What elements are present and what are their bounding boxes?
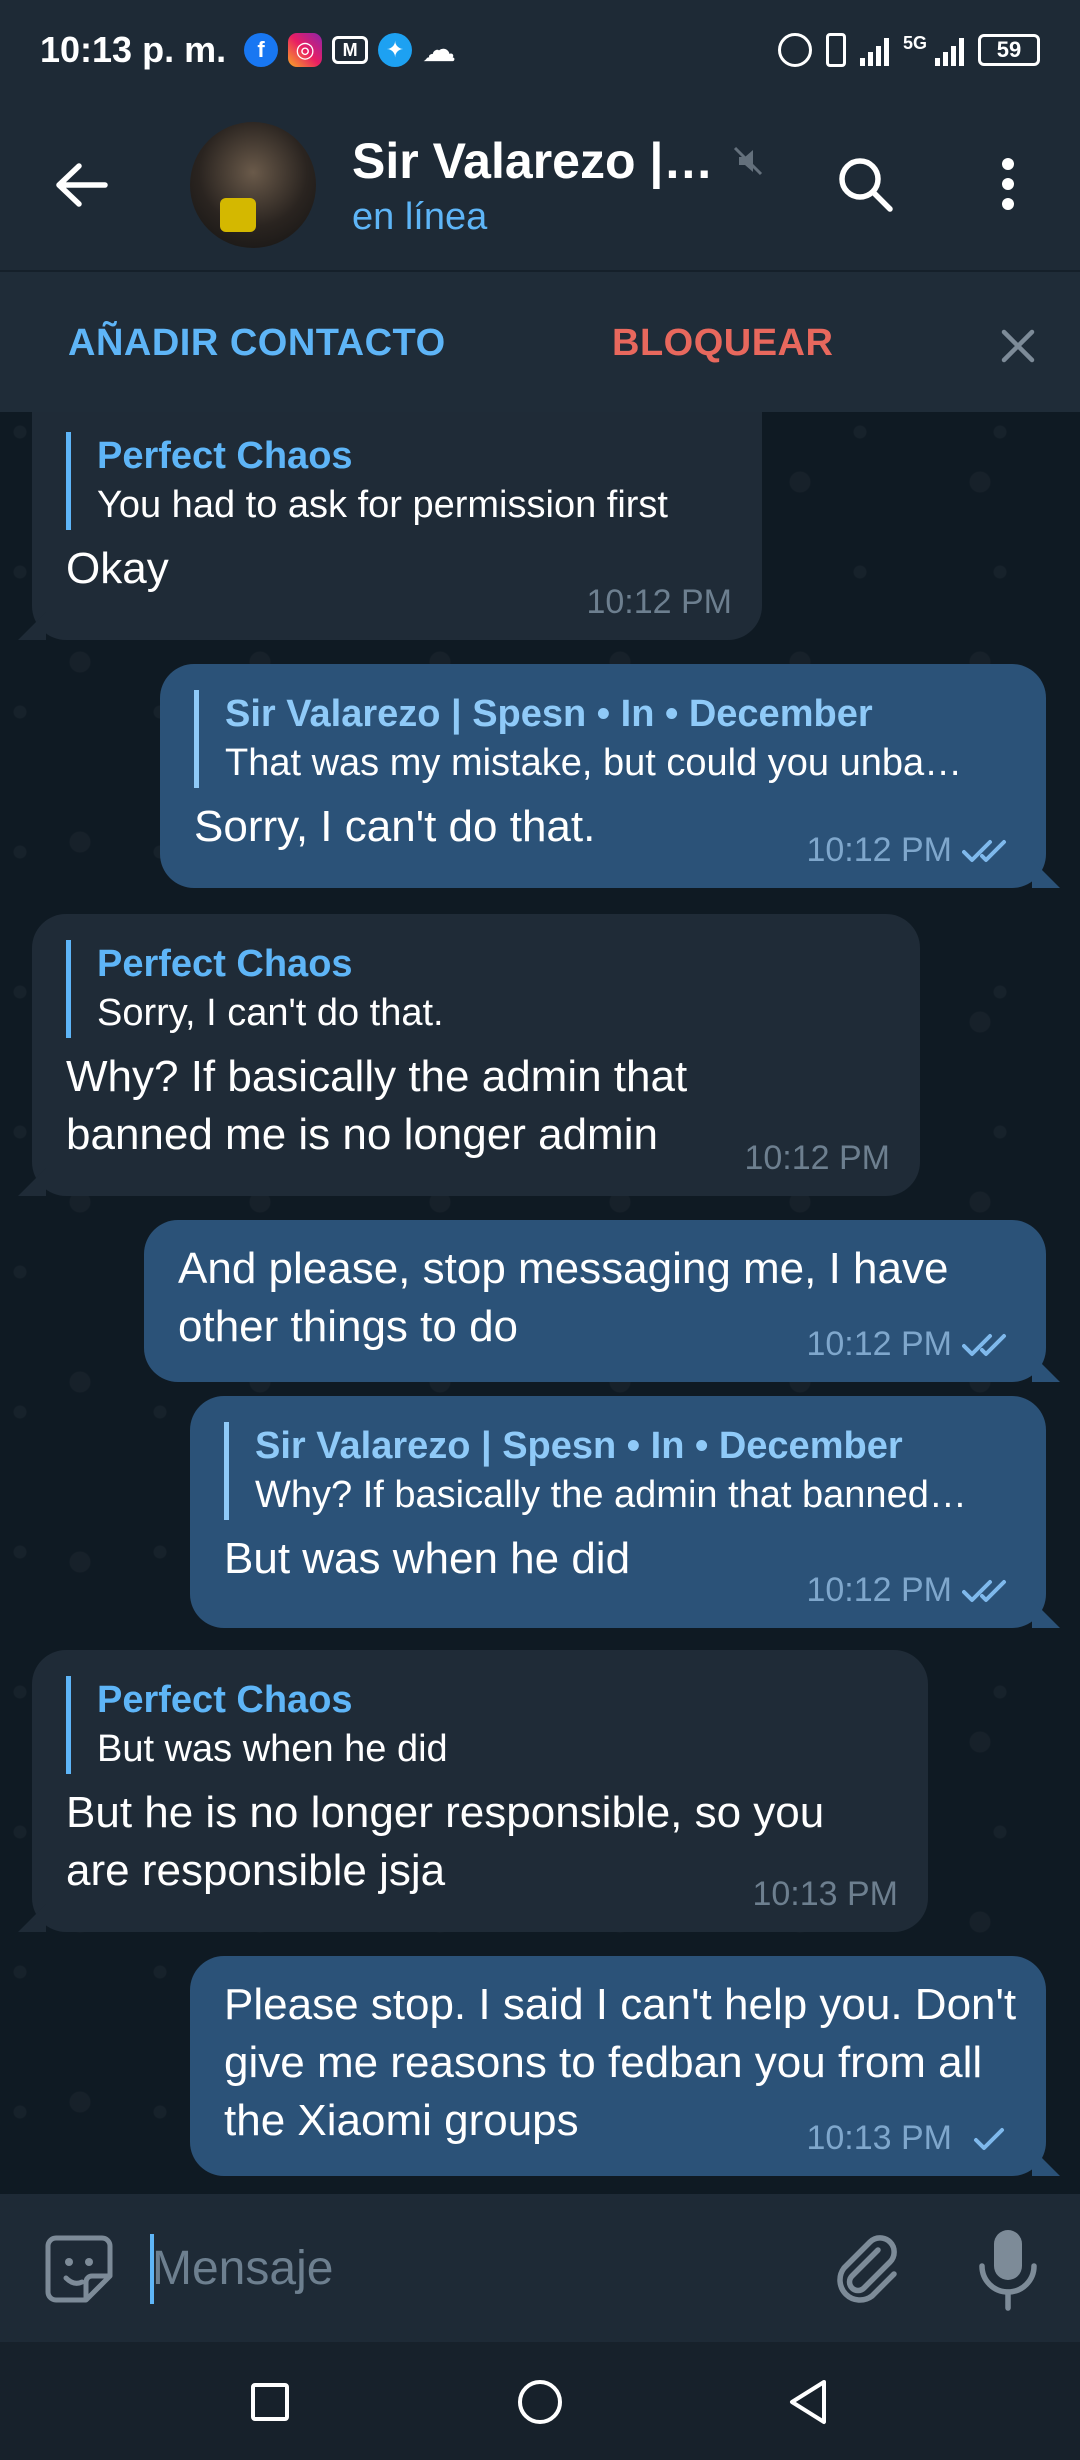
reply-preview[interactable]: Perfect Chaos Sorry, I can't do that. xyxy=(66,940,886,1038)
reply-preview[interactable]: Perfect Chaos But was when he did xyxy=(66,1676,894,1774)
avatar[interactable] xyxy=(190,122,316,248)
square-icon xyxy=(251,2383,289,2421)
status-left: 10:13 p. m. f ◎ M ✦ ☁ xyxy=(40,29,456,71)
message-time: 10:12 PM xyxy=(806,1571,952,1609)
add-contact-button[interactable]: AÑADIR CONTACTO xyxy=(68,322,446,365)
message-time: 10:12 PM xyxy=(586,583,732,621)
double-check-icon xyxy=(962,839,1006,862)
facebook-icon: f xyxy=(244,33,279,67)
twitter-icon: ✦ xyxy=(378,33,413,67)
reply-text: Sorry, I can't do that. xyxy=(97,992,444,1034)
message-bubble-outgoing[interactable]: Sir Valarezo | Spesn • In • December Why… xyxy=(190,1396,1046,1628)
block-button[interactable]: BLOQUEAR xyxy=(612,322,833,365)
reply-text: But was when he did xyxy=(97,1728,448,1770)
message-meta: 10:12 PM xyxy=(744,1139,890,1178)
message-time: 10:12 PM xyxy=(744,1139,890,1177)
check-icon xyxy=(974,2127,1004,2150)
message-bubble-outgoing[interactable]: Sir Valarezo | Spesn • In • December Tha… xyxy=(160,664,1046,888)
paperclip-icon xyxy=(837,2235,897,2303)
message-bubble-incoming[interactable]: Perfect Chaos You had to ask for permiss… xyxy=(32,412,762,640)
arrow-left-icon xyxy=(56,163,108,207)
message-meta: 10:12 PM xyxy=(806,1571,1016,1610)
message-meta: 10:13 PM xyxy=(752,1875,898,1914)
microphone-icon xyxy=(979,2230,1037,2311)
home-button[interactable] xyxy=(510,2372,570,2432)
system-back-button[interactable] xyxy=(778,2372,838,2432)
message-meta: 10:12 PM xyxy=(586,583,732,622)
gmail-icon: M xyxy=(332,36,369,64)
circle-icon xyxy=(518,2380,562,2424)
message-bubble-incoming[interactable]: Perfect Chaos But was when he did But he… xyxy=(32,1650,928,1932)
message-time: 10:12 PM xyxy=(806,831,952,869)
close-icon xyxy=(1001,329,1035,363)
back-button[interactable] xyxy=(32,135,132,235)
vibrate-icon xyxy=(825,33,846,67)
alarm-icon xyxy=(777,33,812,67)
cloud-icon: ☁ xyxy=(422,31,457,69)
contact-action-bar: AÑADIR CONTACTO BLOQUEAR xyxy=(0,270,1080,412)
composer xyxy=(0,2194,1080,2342)
message-time: 10:13 PM xyxy=(806,2119,952,2157)
message-time: 10:12 PM xyxy=(806,1325,952,1363)
chat-title-block[interactable]: Sir Valarezo |… en línea xyxy=(352,132,765,239)
chat-header: Sir Valarezo |… en línea xyxy=(0,100,1080,270)
status-time: 10:13 p. m. xyxy=(40,29,227,70)
reply-author: Sir Valarezo | Spesn • In • December xyxy=(255,1425,903,1467)
message-bubble-outgoing[interactable]: And please, stop messaging me, I have ot… xyxy=(144,1220,1046,1382)
double-check-icon xyxy=(962,1579,1006,1602)
reply-text: Why? If basically the admin that banned… xyxy=(255,1474,967,1516)
message-meta: 10:13 PM xyxy=(806,2119,1016,2158)
triangle-back-icon xyxy=(790,2380,826,2424)
emoji-button[interactable] xyxy=(42,2232,116,2306)
message-time: 10:13 PM xyxy=(752,1875,898,1913)
chat-title: Sir Valarezo |… xyxy=(352,132,714,189)
message-list[interactable]: Perfect Chaos You had to ask for permiss… xyxy=(0,412,1080,2194)
message-text: Why? If basically the admin that banned … xyxy=(66,1052,688,1159)
network-type: 5G xyxy=(902,33,927,53)
system-navigation-bar xyxy=(0,2342,1080,2460)
signal-icon xyxy=(935,34,964,66)
recents-button[interactable] xyxy=(240,2372,300,2432)
status-bar: 10:13 p. m. f ◎ M ✦ ☁ 5G 59 xyxy=(0,0,1080,100)
close-action-bar-button[interactable] xyxy=(990,318,1046,374)
signal-icon xyxy=(859,34,889,66)
message-bubble-incoming[interactable]: Perfect Chaos Sorry, I can't do that. Wh… xyxy=(32,914,920,1196)
search-button[interactable] xyxy=(815,134,915,234)
instagram-icon: ◎ xyxy=(288,33,323,67)
more-options-button[interactable] xyxy=(958,134,1058,234)
voice-record-button[interactable] xyxy=(970,2226,1046,2312)
reply-author: Perfect Chaos xyxy=(97,435,353,477)
reply-preview[interactable]: Sir Valarezo | Spesn • In • December Tha… xyxy=(194,690,1012,788)
muted-icon xyxy=(734,146,763,175)
reply-preview[interactable]: Perfect Chaos You had to ask for permiss… xyxy=(66,432,728,530)
battery-icon: 59 xyxy=(978,34,1040,66)
message-meta: 10:12 PM xyxy=(806,1325,1016,1364)
search-icon xyxy=(839,158,893,212)
more-vertical-icon xyxy=(1002,158,1014,210)
reply-text: You had to ask for permission first xyxy=(97,484,668,526)
reply-text: That was my mistake, but could you unba… xyxy=(225,742,963,784)
message-bubble-outgoing[interactable]: Please stop. I said I can't help you. Do… xyxy=(190,1956,1046,2176)
chat-status: en línea xyxy=(352,195,488,238)
double-check-icon xyxy=(962,1333,1006,1356)
reply-preview[interactable]: Sir Valarezo | Spesn • In • December Why… xyxy=(224,1422,1012,1520)
reply-author: Sir Valarezo | Spesn • In • December xyxy=(225,693,873,735)
sticker-icon xyxy=(45,2235,113,2303)
reply-author: Perfect Chaos xyxy=(97,1679,353,1721)
status-right: 5G 59 xyxy=(777,33,1040,67)
reply-author: Perfect Chaos xyxy=(97,943,353,985)
attach-button[interactable] xyxy=(830,2232,902,2304)
message-meta: 10:12 PM xyxy=(806,831,1016,870)
message-input[interactable] xyxy=(152,2230,772,2306)
